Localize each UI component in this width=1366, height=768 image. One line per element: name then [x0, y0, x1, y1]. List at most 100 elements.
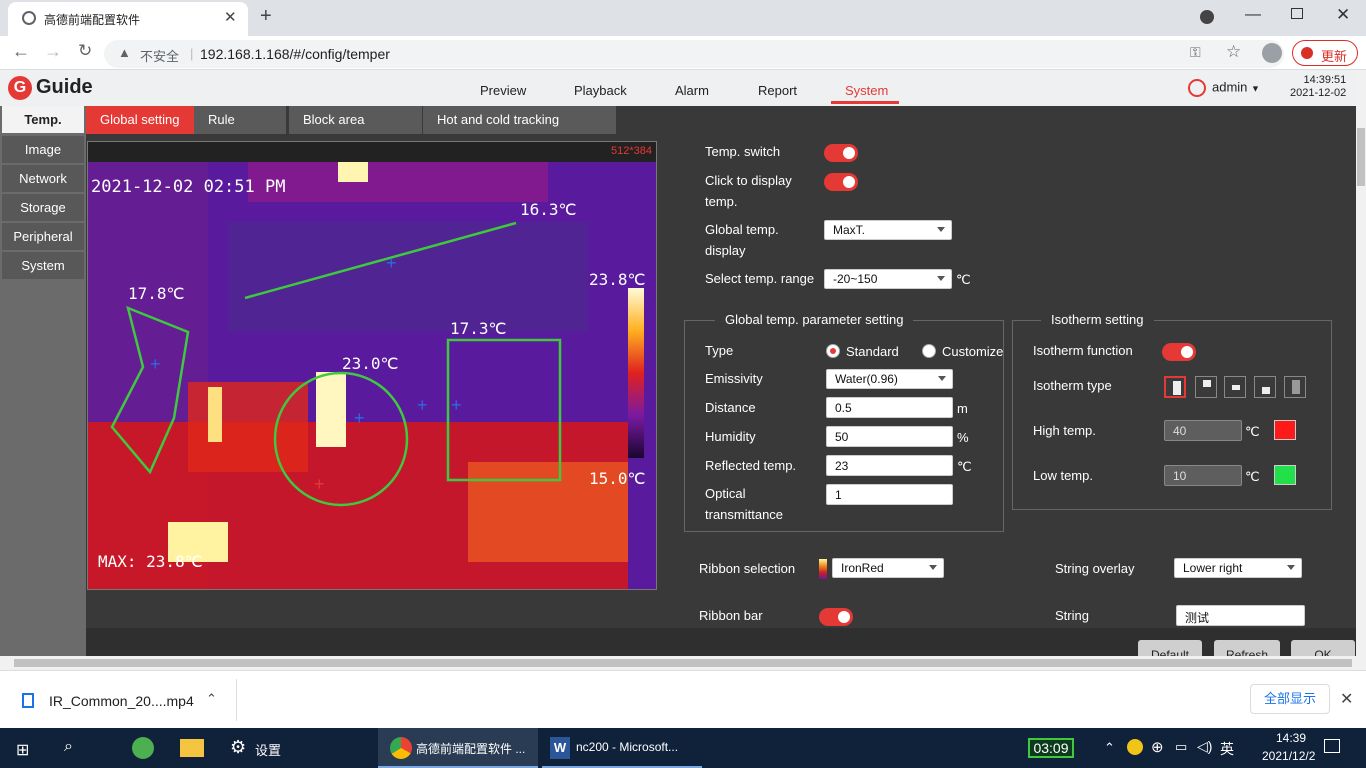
- minimize-icon[interactable]: —: [1245, 6, 1261, 24]
- user-icon: [1188, 79, 1206, 97]
- iso-type-middle-icon[interactable]: [1224, 376, 1246, 398]
- recording-timer[interactable]: 03:09: [1028, 738, 1074, 758]
- maximize-icon[interactable]: [1291, 8, 1303, 19]
- chevron-up-icon[interactable]: ⌃: [206, 691, 217, 707]
- taskbar-word[interactable]: W nc200 - Microsoft...: [542, 728, 702, 768]
- download-filename[interactable]: IR_Common_20....mp4: [49, 693, 194, 709]
- url-text[interactable]: 192.168.1.168/#/config/temper: [200, 46, 390, 62]
- emissivity-select[interactable]: Water(0.96): [826, 369, 953, 389]
- sidemenu-peripheral[interactable]: Peripheral: [2, 223, 84, 251]
- temp-switch-toggle[interactable]: [824, 144, 858, 162]
- tab-rule-setting[interactable]: Rule setting: [194, 106, 286, 155]
- sidemenu-network[interactable]: Network: [2, 165, 84, 193]
- vertical-scrollbar[interactable]: [1356, 70, 1366, 656]
- reflected-temp-input[interactable]: 23: [826, 455, 953, 476]
- global-display-select[interactable]: MaxT.: [824, 220, 952, 240]
- taskbar-chrome[interactable]: 高德前端配置软件 ...: [378, 728, 538, 768]
- nav-preview[interactable]: Preview: [480, 83, 526, 98]
- isotherm-title: Isotherm setting: [1041, 312, 1154, 327]
- download-bar: IR_Common_20....mp4 ⌃ 全部显示 ✕: [0, 670, 1366, 728]
- reload-icon[interactable]: ↻: [78, 41, 92, 61]
- close-tab-icon[interactable]: ✕: [224, 8, 237, 26]
- app-green-icon[interactable]: [132, 737, 154, 759]
- polygon-temp: 17.8℃: [128, 284, 185, 303]
- thermal-video[interactable]: 512*384 + + + + + + 2021-12-02 02:51 PM …: [87, 141, 657, 590]
- tray-app-icon[interactable]: [1127, 739, 1143, 755]
- notification-icon[interactable]: [1324, 739, 1340, 753]
- iso-function-toggle[interactable]: [1162, 343, 1196, 361]
- update-button[interactable]: 更新: [1292, 40, 1358, 66]
- humidity-input[interactable]: 50: [826, 426, 953, 447]
- nav-report[interactable]: Report: [758, 83, 797, 98]
- iso-type-outer-icon[interactable]: [1284, 376, 1306, 398]
- tab-title: 高德前端配置软件: [44, 13, 141, 27]
- word-task-label: nc200 - Microsoft...: [576, 740, 679, 754]
- sidemenu-image[interactable]: Image: [2, 136, 84, 164]
- string-input[interactable]: 测试: [1176, 605, 1305, 626]
- click-display-toggle[interactable]: [824, 173, 858, 191]
- nav-system[interactable]: System: [845, 83, 888, 98]
- sidemenu-temp[interactable]: Temp.: [2, 106, 84, 134]
- scroll-thumb[interactable]: [1357, 128, 1365, 186]
- high-temp-input[interactable]: 40: [1164, 420, 1242, 441]
- tab-hot-cold-tracking[interactable]: Hot and cold tracking settings: [423, 106, 616, 155]
- high-color-swatch[interactable]: [1274, 420, 1296, 440]
- nav-alarm[interactable]: Alarm: [675, 83, 709, 98]
- type-customize-label[interactable]: Customize: [942, 341, 1003, 362]
- new-tab-icon[interactable]: +: [260, 5, 272, 28]
- tab-global-setting[interactable]: Global setting: [86, 106, 194, 134]
- horizontal-scrollbar[interactable]: [0, 656, 1366, 670]
- optical-input[interactable]: 1: [826, 484, 953, 505]
- chevron-up-icon[interactable]: ⌃: [1104, 740, 1115, 756]
- key-icon[interactable]: ⚿: [1190, 44, 1201, 61]
- content-area: Global setting Rule setting Block area s…: [86, 106, 1356, 662]
- low-color-swatch[interactable]: [1274, 465, 1296, 485]
- tab-search-icon[interactable]: [1200, 10, 1214, 24]
- back-icon[interactable]: ←: [12, 41, 30, 62]
- gear-icon[interactable]: ⚙: [230, 737, 246, 758]
- iso-type-lower-icon[interactable]: [1254, 376, 1276, 398]
- show-all-button[interactable]: 全部显示: [1250, 684, 1330, 714]
- sidemenu-system[interactable]: System: [2, 252, 84, 280]
- globe-icon[interactable]: ⊕: [1151, 738, 1164, 756]
- windows-start-icon[interactable]: ⊞: [16, 740, 29, 760]
- battery-icon[interactable]: ▭: [1175, 739, 1187, 755]
- chrome-icon: [390, 737, 412, 759]
- low-temp-label: Low temp.: [1033, 468, 1093, 483]
- ime-indicator[interactable]: 英: [1220, 739, 1234, 759]
- low-temp-input[interactable]: 10: [1164, 465, 1242, 486]
- taskbar-date[interactable]: 2021/12/2: [1262, 749, 1315, 763]
- humidity-unit: %: [957, 430, 969, 445]
- close-download-bar-icon[interactable]: ✕: [1340, 689, 1353, 709]
- ribbon-bar-toggle[interactable]: [819, 608, 853, 626]
- scroll-thumb[interactable]: [14, 659, 1352, 667]
- search-icon[interactable]: ⌕: [64, 738, 73, 756]
- dropdown-arrow-icon: [1287, 565, 1295, 570]
- file-explorer-icon[interactable]: [180, 739, 204, 757]
- iso-type-full-icon[interactable]: [1164, 376, 1186, 398]
- ribbon-select[interactable]: IronRed: [832, 558, 944, 578]
- profile-avatar-icon[interactable]: [1262, 43, 1282, 63]
- taskbar-time[interactable]: 14:39: [1276, 731, 1306, 745]
- sidemenu-storage[interactable]: Storage: [2, 194, 84, 222]
- iso-type-upper-icon[interactable]: [1195, 376, 1217, 398]
- type-standard-label[interactable]: Standard: [846, 341, 899, 362]
- user-menu[interactable]: admin ▼: [1188, 79, 1260, 97]
- tab-block-area[interactable]: Block area settings: [289, 106, 422, 155]
- browser-tab[interactable]: 高德前端配置软件 ✕: [8, 2, 248, 36]
- close-window-icon[interactable]: ✕: [1336, 5, 1350, 25]
- iso-bar: [1232, 385, 1240, 390]
- app-header: G Guide Preview Playback Alarm Report Sys…: [0, 70, 1356, 106]
- nav-playback[interactable]: Playback: [574, 83, 627, 98]
- temp-range-select[interactable]: -20~150: [824, 269, 952, 289]
- distance-input[interactable]: 0.5: [826, 397, 953, 418]
- volume-icon[interactable]: ◁): [1197, 738, 1212, 755]
- bookmark-star-icon[interactable]: ☆: [1226, 42, 1241, 62]
- type-customize-radio[interactable]: [922, 344, 936, 358]
- string-overlay-select[interactable]: Lower right: [1174, 558, 1302, 578]
- crosshair-icon: +: [386, 253, 397, 273]
- type-standard-radio[interactable]: [826, 344, 840, 358]
- omnibox[interactable]: ▲ 不安全 | 192.168.1.168/#/config/temper ⚿ …: [104, 40, 1284, 68]
- forward-icon[interactable]: →: [44, 41, 62, 62]
- taskbar-settings-label[interactable]: 设置: [255, 740, 281, 759]
